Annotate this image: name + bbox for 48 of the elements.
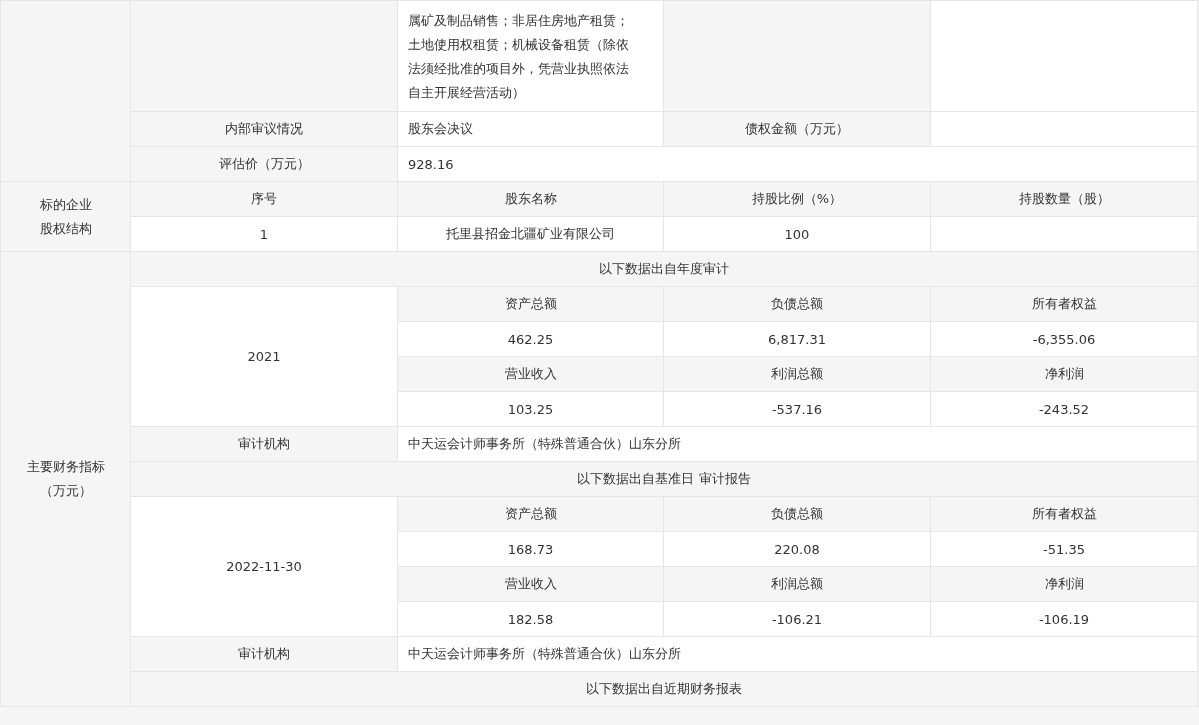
field-label: 债权金额（万元）: [663, 111, 931, 147]
period-heading: 以下数据出自基准日 审计报告: [130, 461, 1198, 497]
period-heading: 以下数据出自年度审计: [130, 251, 1198, 287]
metric-label: 净利润: [930, 566, 1198, 602]
field-label: 审计机构: [130, 426, 398, 462]
metric-value: 103.25: [397, 391, 664, 427]
metric-value: 462.25: [397, 321, 664, 357]
field-label: 审计机构: [130, 636, 398, 672]
metric-value: -106.19: [930, 601, 1198, 637]
metric-label: 利润总额: [663, 566, 931, 602]
business-scope-text: 属矿及制品销售；非居住房地产租赁； 土地使用权租赁；机械设备租赁（除依 法须经批准的项目外，凭营业执照依法 自主开展经营活动）: [408, 12, 630, 102]
metric-label: 营业收入: [397, 566, 664, 602]
metric-value: 220.08: [663, 531, 931, 567]
metric-value: -106.21: [663, 601, 931, 637]
metric-value: -6,355.06: [930, 321, 1198, 357]
field-value: 中天运会计师事务所（特殊普通合伙）山东分所: [397, 636, 1198, 672]
period-date: 2022-11-30: [130, 496, 398, 637]
section-label: 标的企业 股权结构: [39, 196, 92, 236]
field-value: 928.16: [397, 146, 1198, 182]
metric-label: 负债总额: [663, 286, 931, 322]
metric-label: 所有者权益: [930, 496, 1198, 532]
metric-label: 资产总额: [397, 286, 664, 322]
metric-label: 净利润: [930, 356, 1198, 392]
table-cell: 100: [663, 216, 931, 252]
period-date: 2021: [130, 286, 398, 427]
field-value: 中天运会计师事务所（特殊普通合伙）山东分所: [397, 426, 1198, 462]
metric-value: 6,817.31: [663, 321, 931, 357]
column-header: 序号: [130, 181, 398, 217]
field-label: 内部审议情况: [130, 111, 398, 147]
metric-label: 负债总额: [663, 496, 931, 532]
metric-value: 168.73: [397, 531, 664, 567]
column-header: 持股数量（股）: [930, 181, 1198, 217]
metric-label: 营业收入: [397, 356, 664, 392]
column-header: 持股比例（%）: [663, 181, 931, 217]
metric-value: -537.16: [663, 391, 931, 427]
column-header: 股东名称: [397, 181, 664, 217]
field-value: 股东会决议: [397, 111, 664, 147]
metric-label: 所有者权益: [930, 286, 1198, 322]
metric-value: -51.35: [930, 531, 1198, 567]
period-heading: 以下数据出自近期财务报表: [130, 671, 1198, 707]
table-cell: 1: [130, 216, 398, 252]
metric-value: -243.52: [930, 391, 1198, 427]
metric-value: 182.58: [397, 601, 664, 637]
metric-label: 利润总额: [663, 356, 931, 392]
section-label: 主要财务指标 （万元）: [26, 459, 105, 498]
metric-label: 资产总额: [397, 496, 664, 532]
table-cell: 托里县招金北疆矿业有限公司: [397, 216, 664, 252]
field-label: 评估价（万元）: [130, 146, 398, 182]
